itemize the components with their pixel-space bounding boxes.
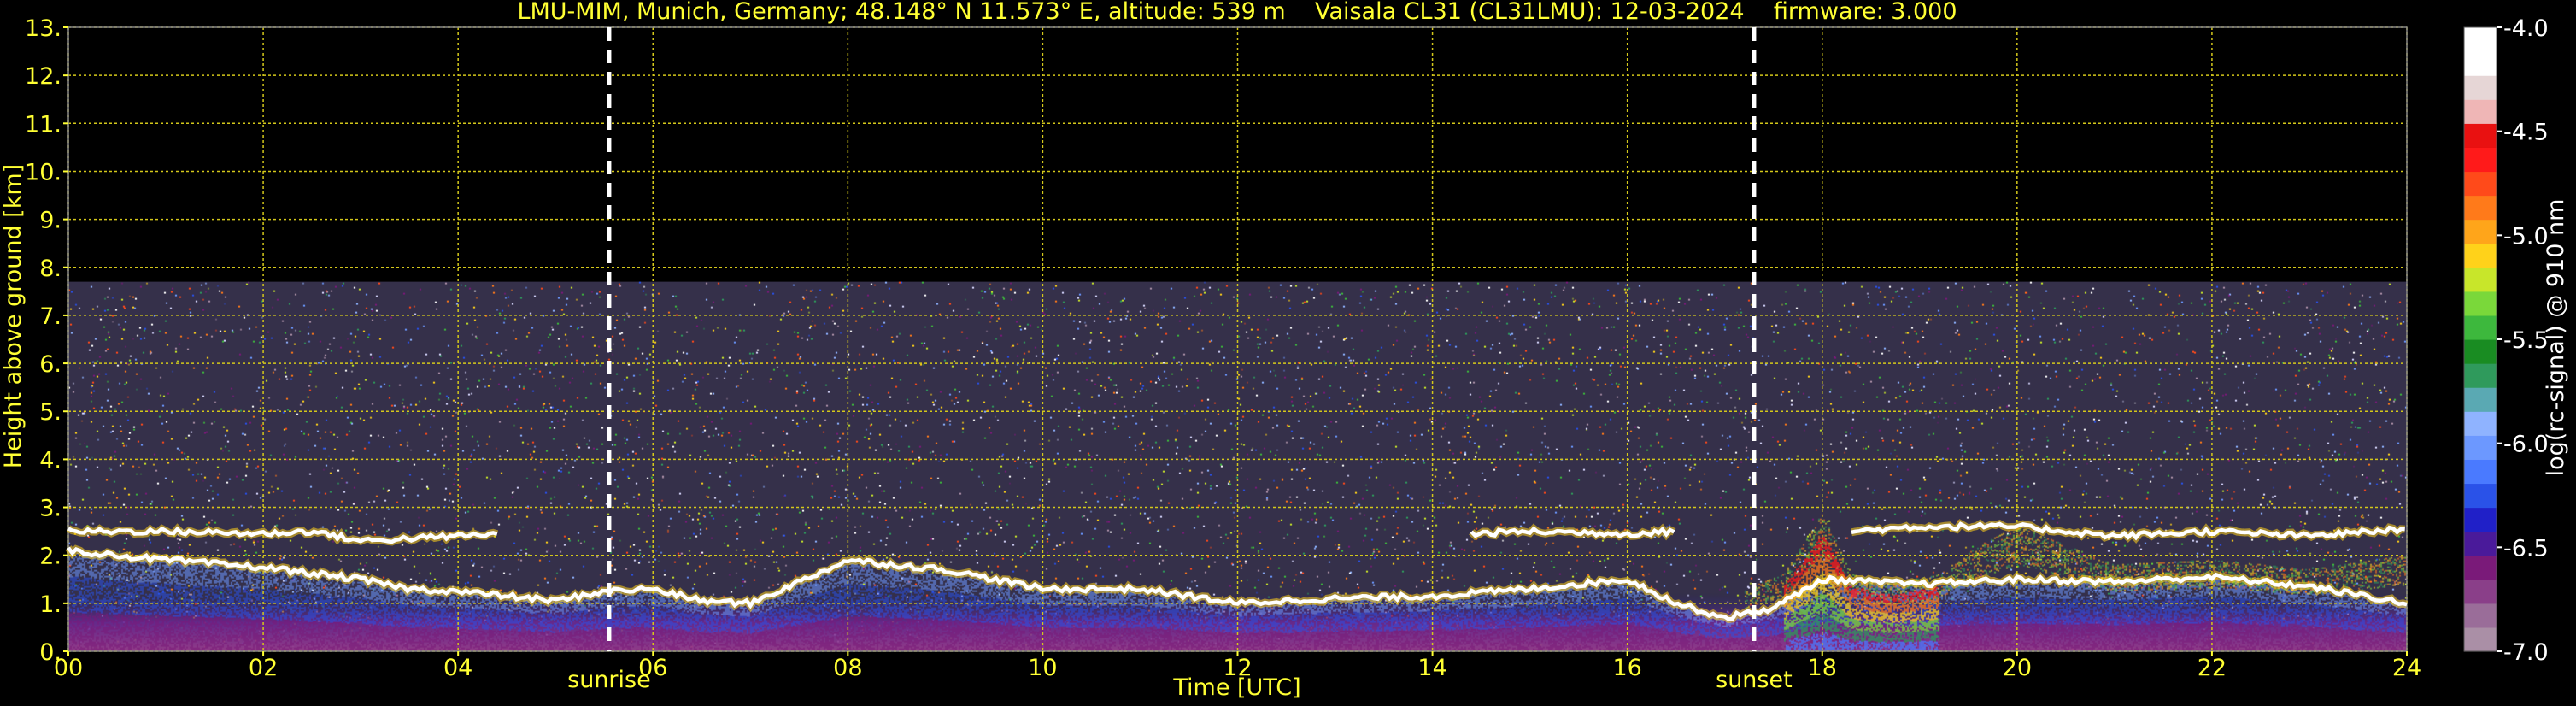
y-tick-label: 5. <box>39 399 62 426</box>
colorbar-segment <box>2464 315 2497 340</box>
colorbar-segment <box>2464 435 2497 460</box>
colorbar-tick-label: -5.5 <box>2503 327 2549 354</box>
x-tick-label: 08 <box>833 655 862 681</box>
y-tick-label: 9. <box>39 208 62 234</box>
colorbar-segment <box>2464 483 2497 509</box>
y-tick-label: 12. <box>25 63 62 90</box>
colorbar-segment <box>2464 27 2497 52</box>
x-tick-label: 06 <box>638 655 667 681</box>
y-tick-label: 2. <box>39 544 62 570</box>
x-tick-label: 24 <box>2392 655 2421 681</box>
y-tick-label: 10. <box>25 159 62 185</box>
sunset-label: sunset <box>1716 667 1793 693</box>
colorbar-segment <box>2464 363 2497 388</box>
x-tick-label: 12 <box>1223 655 1252 681</box>
colorbar-tick-label: -5.0 <box>2503 223 2549 250</box>
colorbar-segment <box>2464 195 2497 221</box>
y-tick-label: 8. <box>39 256 62 282</box>
chart-title: LMU-MIM, Munich, Germany; 48.148° N 11.5… <box>517 0 1957 25</box>
y-tick-label: 13. <box>25 15 62 42</box>
x-tick-label: 20 <box>2003 655 2032 681</box>
colorbar-segment <box>2464 243 2497 268</box>
colorbar-segment <box>2464 579 2497 604</box>
y-tick-label: 4. <box>39 447 62 474</box>
colorbar-segment <box>2464 51 2497 76</box>
colorbar-tick-label: -6.0 <box>2503 432 2549 458</box>
colorbar-tick-label: -4.5 <box>2503 120 2549 146</box>
colorbar-segment <box>2464 171 2497 197</box>
y-tick-label: 11. <box>25 111 62 138</box>
colorbar-segment <box>2464 459 2497 485</box>
x-tick-label: 14 <box>1417 655 1446 681</box>
colorbar-segment <box>2464 531 2497 556</box>
y-tick-label: 1. <box>39 591 62 618</box>
colorbar-tick-label: -7.0 <box>2503 639 2549 666</box>
colorbar-segment <box>2464 267 2497 292</box>
colorbar-segment <box>2464 603 2497 628</box>
y-tick-label: 0. <box>39 639 62 666</box>
y-axis-label: Height above ground [km] <box>0 164 26 468</box>
colorbar-segment <box>2464 555 2497 580</box>
colorbar-tick-label: -4.0 <box>2503 15 2549 42</box>
colorbar-segment <box>2464 99 2497 124</box>
x-tick-label: 02 <box>249 655 278 681</box>
colorbar-tick-label: -6.5 <box>2503 535 2549 562</box>
x-tick-label: 10 <box>1028 655 1057 681</box>
y-tick-label: 3. <box>39 496 62 522</box>
colorbar-segment <box>2464 339 2497 364</box>
x-tick-label: 04 <box>443 655 472 681</box>
x-tick-label: 18 <box>1808 655 1837 681</box>
colorbar-segment <box>2464 291 2497 316</box>
colorbar-segment <box>2464 75 2497 100</box>
colorbar-segment <box>2464 387 2497 412</box>
colorbar-segment <box>2464 411 2497 436</box>
colorbar-segment <box>2464 147 2497 173</box>
colorbar-segment <box>2464 507 2497 532</box>
y-tick-label: 7. <box>39 303 62 330</box>
colorbar-label: log(rc-signal) @ 910 nm <box>2543 199 2569 477</box>
ceilometer-chart: LMU-MIM, Munich, Germany; 48.148° N 11.5… <box>0 0 2576 706</box>
colorbar-segment <box>2464 219 2497 244</box>
y-tick-label: 6. <box>39 351 62 378</box>
x-tick-label: 22 <box>2198 655 2227 681</box>
colorbar-segment <box>2464 627 2497 652</box>
x-tick-label: 16 <box>1612 655 1641 681</box>
colorbar-segment <box>2464 123 2497 148</box>
